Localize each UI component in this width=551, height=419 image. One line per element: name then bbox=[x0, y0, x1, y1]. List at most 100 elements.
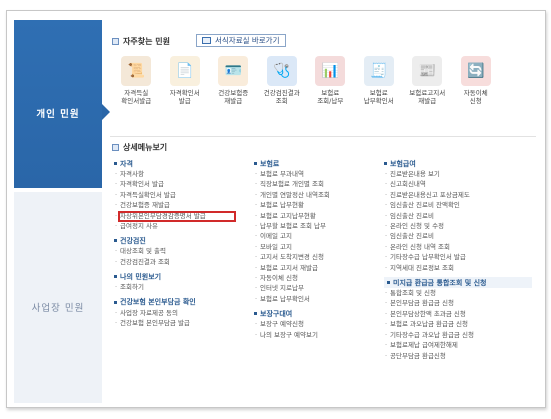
document-icon: 📄 bbox=[169, 56, 200, 86]
quick-item-label: 보험료고지서 재발급 bbox=[403, 89, 451, 105]
quick-item-label: 자동이체 신청 bbox=[452, 89, 500, 105]
personal-tab[interactable]: 개인 민원 bbox=[14, 20, 110, 188]
quick-title: 자주찾는 민원 bbox=[112, 36, 170, 47]
menu-link[interactable]: 고지서 도착지변경 신청 bbox=[254, 252, 376, 263]
menu-list: 통합조회 및 신청본인부담금 환급금 신청본인부담상한액 초과금 신청보험료 과… bbox=[384, 288, 532, 361]
menu-link[interactable]: 공단부담금 환급신청 bbox=[384, 351, 532, 362]
label-line: 발급 bbox=[178, 97, 191, 105]
menu-link[interactable]: 보험료 부과내역 bbox=[254, 169, 376, 180]
menu-link[interactable]: 건강보험 본인부담금 발급 bbox=[114, 318, 236, 329]
menu-link[interactable]: 온라인 신청 내역 조회 bbox=[384, 242, 532, 253]
heading-bullet-icon bbox=[114, 275, 117, 279]
menu-link[interactable]: 나의 보장구 예약보기 bbox=[254, 330, 376, 341]
menu-link[interactable]: 개인별 연말정산 내역조회 bbox=[254, 190, 376, 201]
menu-link[interactable]: 임신출산 진료비 잔액확인 bbox=[384, 200, 532, 211]
forms-archive-button[interactable]: 서식자료실 바로가기 bbox=[196, 34, 287, 47]
certificate-icon: 📜 bbox=[121, 56, 152, 86]
detail-title: 상세메뉴보기 bbox=[112, 142, 167, 153]
menu-link[interactable]: 모바일 고지 bbox=[254, 242, 376, 253]
heading-text: 건강보험 본인부담금 확인 bbox=[120, 298, 196, 307]
menu-link[interactable]: 납부할 보험료 조회 납부 bbox=[254, 221, 376, 232]
quick-item[interactable]: 📜 자격득실 확인서발급 bbox=[112, 56, 161, 105]
menu-link[interactable]: 조회하기 bbox=[114, 282, 236, 293]
menu-link[interactable]: 직장보험료 개인별 조회 bbox=[254, 179, 376, 190]
menu-link[interactable]: 건강검진결과 조회 bbox=[114, 257, 236, 268]
quick-item[interactable]: 🔄 자동이체 신청 bbox=[452, 56, 501, 105]
label-line: 보험료고지서 bbox=[409, 89, 446, 97]
receipt-icon: 🧾 bbox=[363, 56, 394, 86]
menu-link[interactable]: 자격득실확인서 발급 bbox=[114, 190, 236, 201]
quick-item[interactable]: 🧾 보험료 납부확인서 bbox=[355, 56, 404, 105]
quick-item[interactable]: 🪪 건강보험증 재발급 bbox=[209, 56, 258, 105]
quick-icons-row: 📜 자격득실 확인서발급 📄 자격확인서 발급 🪪 건강보험증 재발급 🩺 건강검진결과 조회 📊 보험료… bbox=[112, 56, 540, 105]
quick-item[interactable]: 🩺 건강검진결과 조회 bbox=[258, 56, 307, 105]
menu-link[interactable]: 지역세대 진료정보 조회 bbox=[384, 263, 532, 274]
label-line: 신청 bbox=[469, 97, 482, 105]
business-tab-label: 사업장 민원 bbox=[31, 303, 85, 314]
label-line: 확인서발급 bbox=[121, 97, 152, 105]
label-line: 자격득실 bbox=[124, 89, 149, 97]
quick-item-label: 보험료 납부확인서 bbox=[355, 89, 403, 105]
quick-section: 자주찾는 민원 서식자료실 바로가기 📜 자격득실 확인서발급 📄 자격확인서 발급 🪪 건강… bbox=[108, 22, 540, 130]
menu-link[interactable]: 자동이체 신청 bbox=[254, 273, 376, 284]
forms-archive-label: 서식자료실 바로가기 bbox=[215, 36, 280, 45]
business-tab[interactable]: 사업장 민원 bbox=[14, 192, 102, 403]
menu-link[interactable]: 급여정지 사유 bbox=[114, 221, 236, 232]
menu-link[interactable]: 보험료 고지서 재발급 bbox=[254, 263, 376, 274]
menu-group-heading: 미지급 환급금 통합조회 및 신청 bbox=[384, 277, 532, 289]
folder-icon bbox=[202, 37, 211, 44]
heading-text: 건강검진 bbox=[120, 236, 146, 245]
menu-link[interactable]: 자격확인서 발급 bbox=[114, 179, 236, 190]
menu-link[interactable]: 보험료 과오납금 환급금 신청 bbox=[384, 319, 532, 330]
menu-link[interactable]: 보험료 고지납부현황 bbox=[254, 211, 376, 222]
menu-link[interactable]: 건강보험증 재발급 bbox=[114, 200, 236, 211]
highlight-box bbox=[118, 211, 236, 222]
menu-group-heading: 보험료 bbox=[254, 158, 376, 169]
quick-item-label: 보험료 조회/납부 bbox=[306, 89, 354, 105]
heading-text: 나의 민원보기 bbox=[120, 272, 162, 281]
menu-link[interactable]: 통합조회 및 신청 bbox=[384, 288, 532, 299]
menu-link[interactable]: 이메일 고지 bbox=[254, 231, 376, 242]
quick-item[interactable]: 📄 자격확인서 발급 bbox=[161, 56, 210, 105]
menu-link[interactable]: 진료받은내용 보기 bbox=[384, 169, 532, 180]
menu-link[interactable]: 보험료 납부현황 bbox=[254, 200, 376, 211]
menu-link[interactable]: 보험료제납 급여제한해제 bbox=[384, 340, 532, 351]
heading-text: 자격 bbox=[120, 159, 133, 168]
menu-link[interactable]: 인터넷 지로납부 bbox=[254, 283, 376, 294]
heading-bullet-icon bbox=[387, 281, 390, 285]
menu-group-heading: 나의 민원보기 bbox=[114, 271, 236, 282]
menu-link[interactable]: 본인부담상한액 초과금 신청 bbox=[384, 309, 532, 320]
label-line: 자격확인서 bbox=[169, 89, 200, 97]
menu-link[interactable]: 대상조회 및 출력 bbox=[114, 246, 236, 257]
quick-item[interactable]: 📰 보험료고지서 재발급 bbox=[403, 56, 452, 105]
menu-link[interactable]: 진료받은내용신고 포상금제도 bbox=[384, 190, 532, 201]
heading-bullet-icon bbox=[254, 162, 257, 165]
label-line: 재발급 bbox=[224, 97, 243, 105]
menu-link[interactable]: 온라인 신청 및 수정 bbox=[384, 221, 532, 232]
menu-column-1: 자격자격사항자격확인서 발급자격득실확인서 발급건강보험증 재발급자상위본인부담… bbox=[114, 158, 236, 329]
menu-link[interactable]: 기타장수급 과오납 환급금 신청 bbox=[384, 330, 532, 341]
chart-icon: 📊 bbox=[315, 56, 346, 86]
heading-bullet-icon bbox=[254, 312, 257, 316]
label-line: 자동이체 bbox=[463, 89, 488, 97]
card-icon: 🪪 bbox=[218, 56, 249, 86]
menu-group-heading: 건강보험 본인부담금 확인 bbox=[114, 297, 236, 308]
menu-link[interactable]: 보장구 예약신청 bbox=[254, 319, 376, 330]
label-line: 보험료 bbox=[369, 89, 388, 97]
menu-column-2: 보험료보험료 부과내역직장보험료 개인별 조회개인별 연말정산 내역조회보험료 … bbox=[254, 158, 376, 341]
menu-link[interactable]: 자격사항 bbox=[114, 169, 236, 180]
quick-item-label: 자격확인서 발급 bbox=[161, 89, 209, 105]
menu-link[interactable]: 사업장 자료제공 동의 bbox=[114, 308, 236, 319]
label-line: 보험료 bbox=[321, 89, 340, 97]
menu-link[interactable]: 본인부담금 환급금 신청 bbox=[384, 298, 532, 309]
menu-link[interactable]: 임신출산 진료비 bbox=[384, 211, 532, 222]
menu-link[interactable]: 임신출산 진료비 bbox=[384, 231, 532, 242]
personal-tab-label: 개인 민원 bbox=[36, 109, 80, 120]
quick-item[interactable]: 📊 보험료 조회/납부 bbox=[306, 56, 355, 105]
menu-link[interactable]: 신고회신내역 bbox=[384, 179, 532, 190]
menu-link[interactable]: 기타장수급 납부확인서 발급 bbox=[384, 252, 532, 263]
heading-bullet-icon bbox=[114, 239, 117, 243]
menu-column-3: 보험급여진료받은내용 보기신고회신내역진료받은내용신고 포상금제도임신출산 진료… bbox=[384, 158, 532, 361]
heading-text: 보험급여 bbox=[390, 159, 416, 168]
menu-link[interactable]: 보험료 납부확인서 bbox=[254, 294, 376, 305]
